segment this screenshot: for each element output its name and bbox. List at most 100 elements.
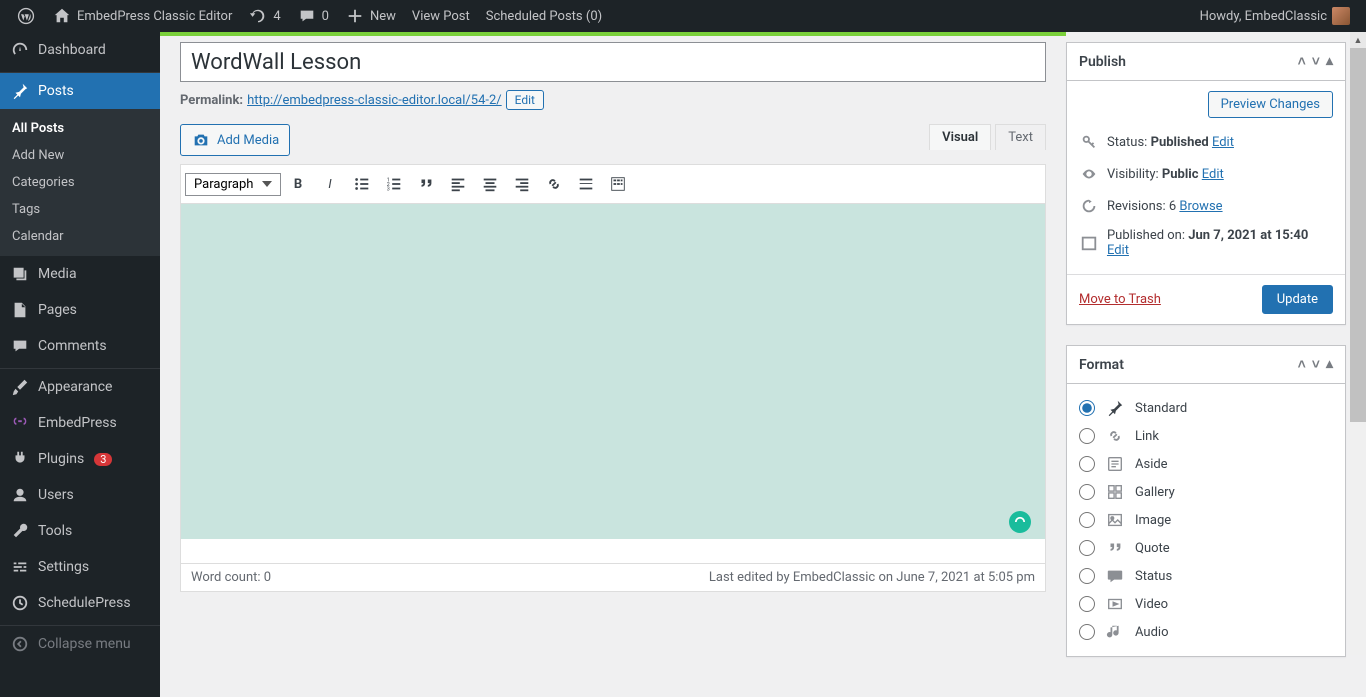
brush-icon (10, 377, 30, 397)
embedpress-icon (10, 413, 30, 433)
align-left-button[interactable] (443, 169, 473, 199)
plus-icon (345, 6, 365, 26)
permalink-edit-button[interactable]: Edit (506, 90, 544, 110)
revisions-label: Revisions: (1107, 199, 1166, 214)
panel-toggle-icon[interactable]: ▴ (1326, 53, 1333, 70)
view-post[interactable]: View Post (404, 0, 478, 32)
revisions-icon (1079, 196, 1099, 216)
embed-loader-icon (1009, 511, 1031, 533)
media-icon (10, 264, 30, 284)
panel-up-icon[interactable]: ˄ (1298, 53, 1306, 70)
eye-icon (1079, 164, 1099, 184)
posts-submenu: All Posts Add New Categories Tags Calend… (0, 109, 160, 256)
updates-count: 4 (273, 9, 280, 24)
publish-title: Publish (1079, 54, 1126, 70)
format-standard[interactable]: Standard (1079, 394, 1333, 422)
howdy-user[interactable]: Howdy, EmbedClassic (1192, 0, 1358, 32)
panel-toggle-icon[interactable]: ▴ (1326, 356, 1333, 373)
format-aside[interactable]: Aside (1079, 450, 1333, 478)
visibility-label: Visibility: (1107, 167, 1159, 182)
format-title: Format (1079, 357, 1124, 373)
page-icon (10, 300, 30, 320)
sidebar-item-users[interactable]: Users (0, 477, 160, 513)
comments-icon (10, 336, 30, 356)
number-list-button[interactable]: 123 (379, 169, 409, 199)
format-select[interactable]: Paragraph (185, 173, 281, 196)
status-icon (1105, 566, 1125, 586)
tab-text[interactable]: Text (995, 124, 1046, 150)
format-audio[interactable]: Audio (1079, 618, 1333, 646)
collapse-menu[interactable]: Collapse menu (0, 626, 160, 662)
plugin-icon (10, 449, 30, 469)
status-edit[interactable]: Edit (1212, 135, 1234, 150)
scrollbar[interactable]: ▲ (1350, 32, 1366, 655)
panel-up-icon[interactable]: ˄ (1298, 356, 1306, 373)
sidebar-item-tools[interactable]: Tools (0, 513, 160, 549)
scroll-up-icon[interactable]: ▲ (1350, 32, 1366, 48)
published-edit[interactable]: Edit (1107, 243, 1129, 258)
visibility-edit[interactable]: Edit (1202, 167, 1224, 182)
visibility-value: Public (1162, 167, 1199, 182)
format-link[interactable]: Link (1079, 422, 1333, 450)
published-label: Published on: (1107, 228, 1185, 243)
editor-canvas[interactable] (180, 204, 1046, 564)
format-image[interactable]: Image (1079, 506, 1333, 534)
align-right-button[interactable] (507, 169, 537, 199)
audio-icon (1105, 622, 1125, 642)
toolbar-toggle-button[interactable] (603, 169, 633, 199)
update-icon (248, 6, 268, 26)
italic-button[interactable]: I (315, 169, 345, 199)
scrollbar-thumb[interactable] (1350, 48, 1366, 422)
sidebar-item-posts[interactable]: Posts (0, 73, 160, 109)
word-count: Word count: 0 (191, 570, 271, 585)
format-gallery[interactable]: Gallery (1079, 478, 1333, 506)
format-video[interactable]: Video (1079, 590, 1333, 618)
collapse-icon (10, 634, 30, 654)
panel-down-icon[interactable]: ˅ (1312, 356, 1320, 373)
sidebar-item-dashboard[interactable]: Dashboard (0, 32, 160, 68)
sidebar-item-embedpress[interactable]: EmbedPress (0, 405, 160, 441)
link-button[interactable] (539, 169, 569, 199)
new-content[interactable]: New (337, 0, 404, 32)
sidebar-item-pages[interactable]: Pages (0, 292, 160, 328)
bullet-list-button[interactable] (347, 169, 377, 199)
add-media-button[interactable]: Add Media (180, 124, 290, 156)
format-status[interactable]: Status (1079, 562, 1333, 590)
new-label: New (370, 9, 396, 24)
comments-shortcut[interactable]: 0 (289, 0, 337, 32)
bold-button[interactable]: B (283, 169, 313, 199)
submenu-all-posts[interactable]: All Posts (0, 115, 160, 142)
panel-down-icon[interactable]: ˅ (1312, 53, 1320, 70)
submenu-calendar[interactable]: Calendar (0, 223, 160, 250)
sidebar-item-appearance[interactable]: Appearance (0, 369, 160, 405)
revisions-browse[interactable]: Browse (1179, 199, 1222, 214)
sidebar-item-comments[interactable]: Comments (0, 328, 160, 364)
align-center-button[interactable] (475, 169, 505, 199)
sidebar-item-schedulepress[interactable]: SchedulePress (0, 585, 160, 621)
tab-visual[interactable]: Visual (929, 124, 991, 150)
user-icon (10, 485, 30, 505)
wordpress-logo[interactable] (8, 0, 44, 32)
permalink-url[interactable]: http://embedpress-classic-editor.local/5… (247, 93, 502, 108)
editor-statusbar: Word count: 0 Last edited by EmbedClassi… (180, 564, 1046, 592)
format-panel: Format ˄ ˅ ▴ Standard Link Aside Gallery I… (1066, 345, 1346, 657)
sidebar-item-settings[interactable]: Settings (0, 549, 160, 585)
sidebar-item-media[interactable]: Media (0, 256, 160, 292)
preview-changes-button[interactable]: Preview Changes (1208, 91, 1333, 118)
permalink-label: Permalink: (180, 93, 243, 108)
site-home[interactable]: EmbedPress Classic Editor (44, 0, 240, 32)
updates[interactable]: 4 (240, 0, 288, 32)
post-title-input[interactable] (180, 42, 1046, 82)
format-quote[interactable]: Quote (1079, 534, 1333, 562)
sidebar-item-plugins[interactable]: Plugins3 (0, 441, 160, 477)
submenu-add-new[interactable]: Add New (0, 142, 160, 169)
scheduled-posts[interactable]: Scheduled Posts (0) (478, 0, 610, 32)
update-button[interactable]: Update (1262, 285, 1333, 314)
camera-icon (191, 130, 211, 150)
submenu-tags[interactable]: Tags (0, 196, 160, 223)
avatar-icon (1332, 7, 1350, 25)
submenu-categories[interactable]: Categories (0, 169, 160, 196)
blockquote-button[interactable] (411, 169, 441, 199)
readmore-button[interactable] (571, 169, 601, 199)
move-to-trash[interactable]: Move to Trash (1079, 292, 1161, 307)
